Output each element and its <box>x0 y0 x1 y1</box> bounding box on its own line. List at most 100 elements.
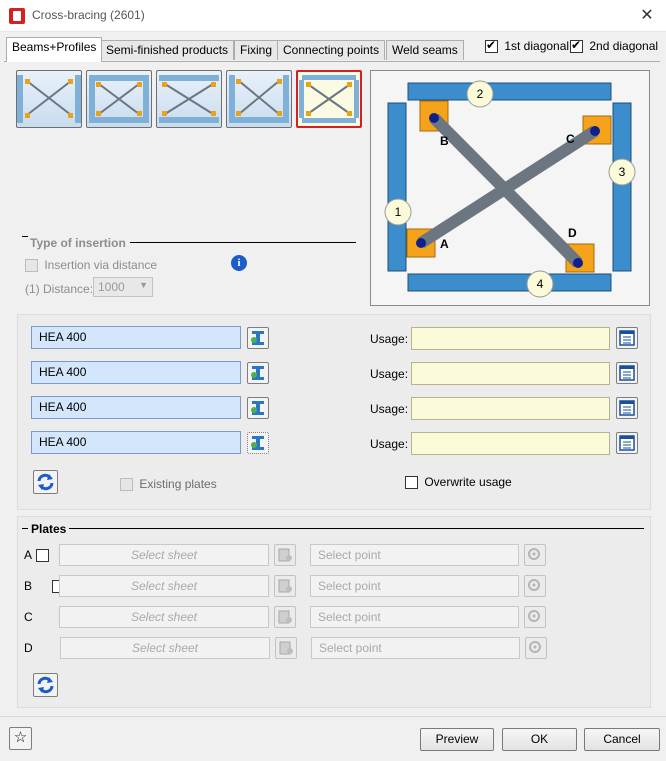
refresh-icon <box>37 676 54 694</box>
usage-catalog-button-2[interactable] <box>616 362 638 384</box>
beam-label-1: 1 <box>394 205 402 219</box>
plate-d-point-button[interactable] <box>525 637 547 659</box>
variant-thumbnail-2[interactable] <box>86 70 152 128</box>
app-icon <box>9 8 25 24</box>
chevron-down-icon: ▼ <box>139 280 148 290</box>
distance-select[interactable]: 1000 ▼ <box>93 277 153 297</box>
plate-c-point-button[interactable] <box>524 606 546 628</box>
tab-fixing[interactable]: Fixing <box>234 40 279 60</box>
refresh-plates-button[interactable] <box>33 673 58 697</box>
cross-bracing-preview: 1 2 3 4 A B C D <box>370 70 650 306</box>
profile-select-button-4[interactable] <box>247 432 269 454</box>
insertion-via-distance-checkbox[interactable] <box>25 259 38 273</box>
variant-thumbnail-4[interactable] <box>226 70 292 128</box>
preview-button[interactable]: Preview <box>420 728 494 751</box>
plate-b-point-field[interactable]: Select point <box>310 575 519 597</box>
point-b-marker <box>429 113 439 123</box>
usage-label-2: Usage: <box>370 367 409 381</box>
plate-a-sheet-button[interactable] <box>274 544 296 566</box>
usage-catalog-button-1[interactable] <box>616 327 638 349</box>
cancel-button[interactable]: Cancel <box>584 728 660 751</box>
usage-field-1[interactable] <box>411 327 610 350</box>
insertion-via-distance-label: Insertion via distance <box>44 258 158 272</box>
profile-field-1[interactable]: HEA 400 <box>31 326 241 349</box>
point-a-marker <box>416 238 426 248</box>
point-label-c: C <box>566 132 575 146</box>
first-diagonal-option[interactable]: 1st diagonal <box>485 38 569 54</box>
profile-field-2[interactable]: HEA 400 <box>31 361 241 384</box>
plate-row-b-letter: B <box>24 579 33 593</box>
tab-connecting-points[interactable]: Connecting points <box>277 40 386 60</box>
beam-left <box>387 102 407 272</box>
plate-row-c-letter: C <box>24 610 33 624</box>
plate-d-sheet-field[interactable]: Select sheet <box>60 637 270 659</box>
beam-label-2: 2 <box>476 87 484 101</box>
point-d-marker <box>573 258 583 268</box>
overwrite-usage-option[interactable]: Overwrite usage <box>405 475 512 490</box>
plate-b-sheet-button[interactable] <box>274 575 296 597</box>
plate-b-point-button[interactable] <box>524 575 546 597</box>
overwrite-usage-label: Overwrite usage <box>424 475 512 489</box>
plate-c-point-field[interactable]: Select point <box>310 606 519 628</box>
distance-label: (1) Distance: <box>25 282 94 296</box>
insertion-group-title: Type of insertion <box>30 236 126 250</box>
plates-group-title: Plates <box>31 522 67 536</box>
plate-b-sheet-field[interactable]: Select sheet <box>59 575 269 597</box>
usage-catalog-button-3[interactable] <box>616 397 638 419</box>
tab-semi-finished-products[interactable]: Semi-finished products <box>100 40 235 60</box>
point-c-marker <box>590 126 600 136</box>
profile-select-button-1[interactable] <box>247 327 269 349</box>
usage-catalog-button-4[interactable] <box>616 432 638 454</box>
profile-field-4[interactable]: HEA 400 <box>31 431 241 454</box>
variant-thumbnail-5-selected[interactable] <box>296 70 362 128</box>
usage-label-4: Usage: <box>370 437 409 451</box>
point-label-d: D <box>568 226 577 240</box>
footer-divider <box>0 716 666 717</box>
usage-field-2[interactable] <box>411 362 610 385</box>
point-label-a: A <box>440 237 449 251</box>
plate-a-checkbox[interactable] <box>36 549 49 563</box>
second-diagonal-checkbox[interactable] <box>570 38 583 54</box>
variant-thumbnail-1[interactable] <box>16 70 82 128</box>
beam-label-3: 3 <box>618 165 626 179</box>
favorites-star-icon[interactable]: ☆ <box>9 727 32 750</box>
second-diagonal-label: 2nd diagonal <box>589 39 659 53</box>
usage-field-4[interactable] <box>411 432 610 455</box>
plates-group-line <box>69 528 644 529</box>
title-bar: Cross-bracing (2601) ✕ <box>0 0 666 32</box>
plate-c-sheet-field[interactable]: Select sheet <box>59 606 269 628</box>
profile-field-3[interactable]: HEA 400 <box>31 396 241 419</box>
insertion-group-line <box>130 242 356 243</box>
existing-plates-option[interactable]: Existing plates <box>120 477 217 492</box>
insertion-via-distance-option[interactable]: Insertion via distance <box>25 258 158 273</box>
tab-panel-border <box>4 61 660 62</box>
distance-value: 1000 <box>98 280 125 294</box>
beam-right <box>612 102 632 272</box>
info-icon[interactable]: i <box>231 255 247 271</box>
close-icon[interactable]: ✕ <box>636 5 658 27</box>
plate-a-point-field[interactable]: Select point <box>310 544 519 566</box>
point-label-b: B <box>440 134 449 148</box>
plate-d-sheet-button[interactable] <box>275 637 297 659</box>
tab-beams-profiles[interactable]: Beams+Profiles <box>6 37 103 62</box>
overwrite-usage-checkbox[interactable] <box>405 476 418 490</box>
profile-select-button-3[interactable] <box>247 397 269 419</box>
refresh-profiles-button[interactable] <box>33 470 58 494</box>
variant-thumbnail-3[interactable] <box>156 70 222 128</box>
plate-row-d-letter: D <box>24 641 33 655</box>
beam-top <box>407 82 612 101</box>
plate-d-point-field[interactable]: Select point <box>311 637 520 659</box>
first-diagonal-checkbox[interactable] <box>485 38 498 54</box>
existing-plates-label: Existing plates <box>139 477 217 491</box>
plate-a-point-button[interactable] <box>524 544 546 566</box>
beam-label-4: 4 <box>536 277 544 291</box>
plate-c-sheet-button[interactable] <box>274 606 296 628</box>
usage-field-3[interactable] <box>411 397 610 420</box>
plate-a-sheet-field[interactable]: Select sheet <box>59 544 269 566</box>
existing-plates-checkbox[interactable] <box>120 478 133 492</box>
tab-weld-seams[interactable]: Weld seams <box>386 40 464 60</box>
second-diagonal-option[interactable]: 2nd diagonal <box>570 38 659 54</box>
profile-select-button-2[interactable] <box>247 362 269 384</box>
window-title: Cross-bracing (2601) <box>32 8 145 22</box>
ok-button[interactable]: OK <box>502 728 577 751</box>
